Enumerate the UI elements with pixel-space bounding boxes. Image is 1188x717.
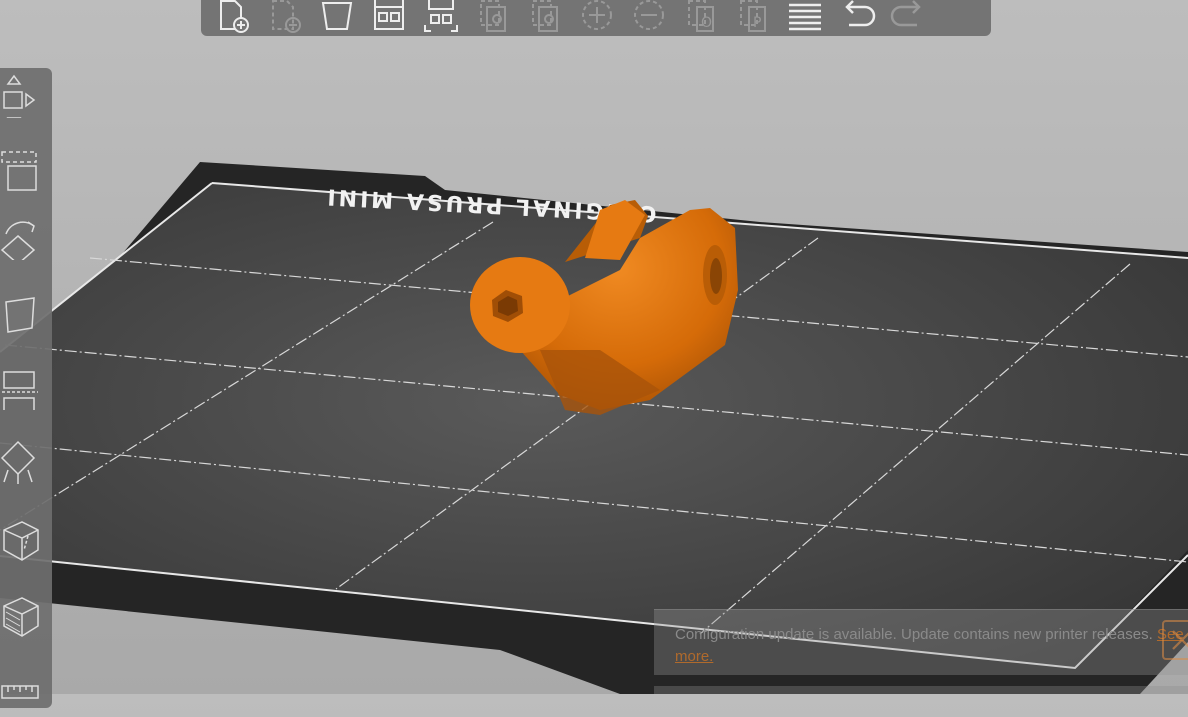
- redo-button[interactable]: [889, 0, 929, 35]
- support-painting-icon: [0, 440, 36, 486]
- layers-editing-icon: [789, 3, 821, 31]
- delete-button[interactable]: [265, 0, 305, 35]
- undo-button[interactable]: [837, 0, 877, 35]
- undo-icon: [845, 0, 876, 27]
- scene-canvas[interactable]: ORIGINAL PRUSA MINI: [0, 0, 1188, 694]
- cut-tool-button[interactable]: [0, 366, 42, 415]
- rotate-tool-button[interactable]: [0, 216, 42, 265]
- arrange-icon: [374, 0, 404, 30]
- notification-text: Configuration update is available. Updat…: [675, 626, 1153, 643]
- layers-editing-button[interactable]: [785, 0, 825, 35]
- add-instance-button[interactable]: [577, 0, 617, 35]
- place-on-face-tool-button[interactable]: [0, 294, 42, 341]
- seam-painting-tool-button[interactable]: [0, 518, 42, 562]
- split-parts-button[interactable]: P: [733, 0, 773, 35]
- paste-button[interactable]: [525, 0, 565, 35]
- measure-icon: [1, 685, 39, 699]
- left-toolbar: [0, 68, 52, 708]
- redo-icon: [890, 0, 921, 27]
- place-on-face-icon: [2, 297, 38, 341]
- delete-all-icon: [321, 2, 353, 30]
- arrange-selection-button[interactable]: [421, 0, 461, 35]
- delete-all-button[interactable]: [317, 0, 357, 35]
- arrange-selection-icon: [424, 0, 458, 32]
- top-toolbar: O P: [201, 0, 991, 36]
- move-icon: [3, 74, 36, 128]
- fdm-supports-tool-button[interactable]: [0, 594, 42, 638]
- measure-tool-button[interactable]: [0, 668, 42, 712]
- copy-button[interactable]: [473, 0, 513, 35]
- split-parts-icon: P: [740, 0, 766, 32]
- add-object-icon: [220, 0, 249, 33]
- close-notification-button[interactable]: [1162, 620, 1188, 660]
- split-objects-button[interactable]: O: [681, 0, 721, 35]
- scale-tool-button[interactable]: [0, 148, 42, 192]
- seam-painting-icon: [3, 521, 39, 561]
- fdm-supports-icon: [3, 597, 39, 637]
- notification-stack-edge: [654, 686, 1188, 694]
- scale-icon: [1, 151, 37, 191]
- add-button[interactable]: [213, 0, 253, 35]
- paste-icon: [532, 0, 558, 32]
- copy-icon: [480, 0, 506, 32]
- svg-text:O: O: [701, 15, 712, 31]
- arrange-button[interactable]: [369, 0, 409, 35]
- add-instance-icon: [582, 0, 612, 30]
- move-tool-button[interactable]: [0, 74, 42, 128]
- close-icon: [1172, 630, 1188, 650]
- cut-icon: [2, 371, 38, 415]
- remove-instance-icon: [634, 0, 664, 30]
- svg-text:P: P: [753, 15, 761, 31]
- rotate-icon: [0, 221, 36, 265]
- remove-instance-button[interactable]: [629, 0, 669, 35]
- 3d-viewport[interactable]: ORIGINAL PRUSA MINI: [0, 0, 1188, 694]
- support-painting-tool-button[interactable]: [0, 440, 42, 486]
- delete-icon: [272, 0, 301, 33]
- update-notification: Configuration update is available. Updat…: [654, 609, 1188, 675]
- split-objects-icon: O: [688, 0, 714, 32]
